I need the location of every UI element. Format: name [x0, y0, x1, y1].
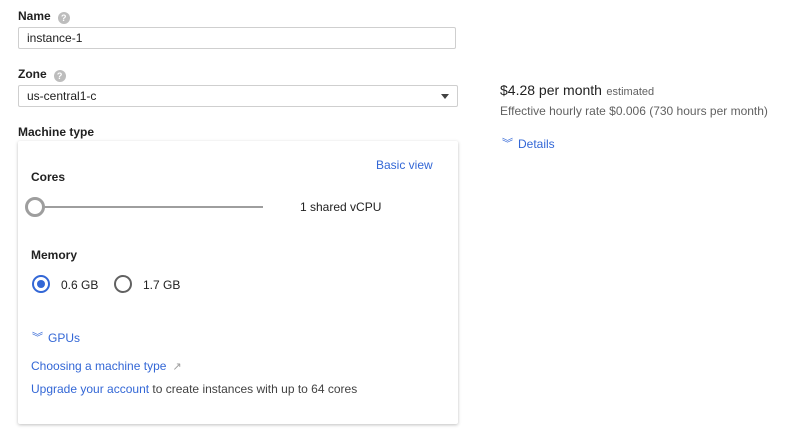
zone-label-row: Zone? — [18, 67, 66, 82]
memory-radio-1-7gb[interactable] — [114, 275, 132, 293]
price-row: $4.28 per month estimated — [500, 82, 654, 100]
zone-select[interactable]: us-central1-c — [18, 85, 458, 107]
choosing-machine-type-link[interactable]: Choosing a machine type — [31, 359, 166, 373]
memory-label: Memory — [31, 248, 78, 262]
cores-slider-thumb[interactable] — [25, 197, 45, 217]
choosing-machine-type-row: Choosing a machine type ↗ — [31, 357, 182, 375]
details-link[interactable]: Details — [518, 137, 555, 151]
vm-instance-form: Name? instance-1 Zone? us-central1-c Mac… — [0, 0, 791, 435]
machine-type-card: Basic view Cores 1 shared vCPU Memory 0.… — [18, 141, 458, 424]
details-toggle[interactable]: ︾ Details — [502, 135, 555, 153]
name-label: Name — [18, 9, 51, 23]
upgrade-account-link[interactable]: Upgrade your account — [31, 382, 149, 396]
memory-radio-0-6gb[interactable] — [32, 275, 50, 293]
basic-view-link[interactable]: Basic view — [376, 158, 433, 172]
hourly-rate: Effective hourly rate $0.006 (730 hours … — [500, 104, 768, 118]
gpus-link[interactable]: GPUs — [48, 331, 80, 345]
upgrade-row: Upgrade your account to create instances… — [31, 382, 357, 396]
memory-option-label: 1.7 GB — [143, 278, 181, 292]
zone-label: Zone — [18, 67, 47, 81]
help-icon[interactable]: ? — [57, 12, 70, 24]
cores-label: Cores — [31, 170, 66, 184]
help-icon[interactable]: ? — [53, 70, 66, 82]
caret-down-icon — [441, 94, 449, 99]
memory-option-label: 0.6 GB — [61, 278, 99, 292]
monthly-price: $4.28 per month — [500, 82, 602, 98]
estimated-label: estimated — [606, 86, 655, 98]
name-label-row: Name? — [18, 9, 70, 24]
upgrade-text: to create instances with up to 64 cores — [149, 382, 358, 396]
chevron-double-down-icon: ︾ — [502, 138, 513, 150]
cores-slider-track[interactable] — [31, 206, 263, 208]
cores-value: 1 shared vCPU — [300, 200, 382, 214]
zone-select-value: us-central1-c — [27, 89, 97, 103]
gpus-toggle[interactable]: ︾ GPUs — [32, 329, 80, 347]
machine-type-label: Machine type — [18, 125, 95, 139]
chevron-double-down-icon: ︾ — [32, 332, 43, 344]
external-link-icon[interactable]: ↗ — [172, 361, 181, 373]
name-input[interactable]: instance-1 — [18, 27, 456, 49]
